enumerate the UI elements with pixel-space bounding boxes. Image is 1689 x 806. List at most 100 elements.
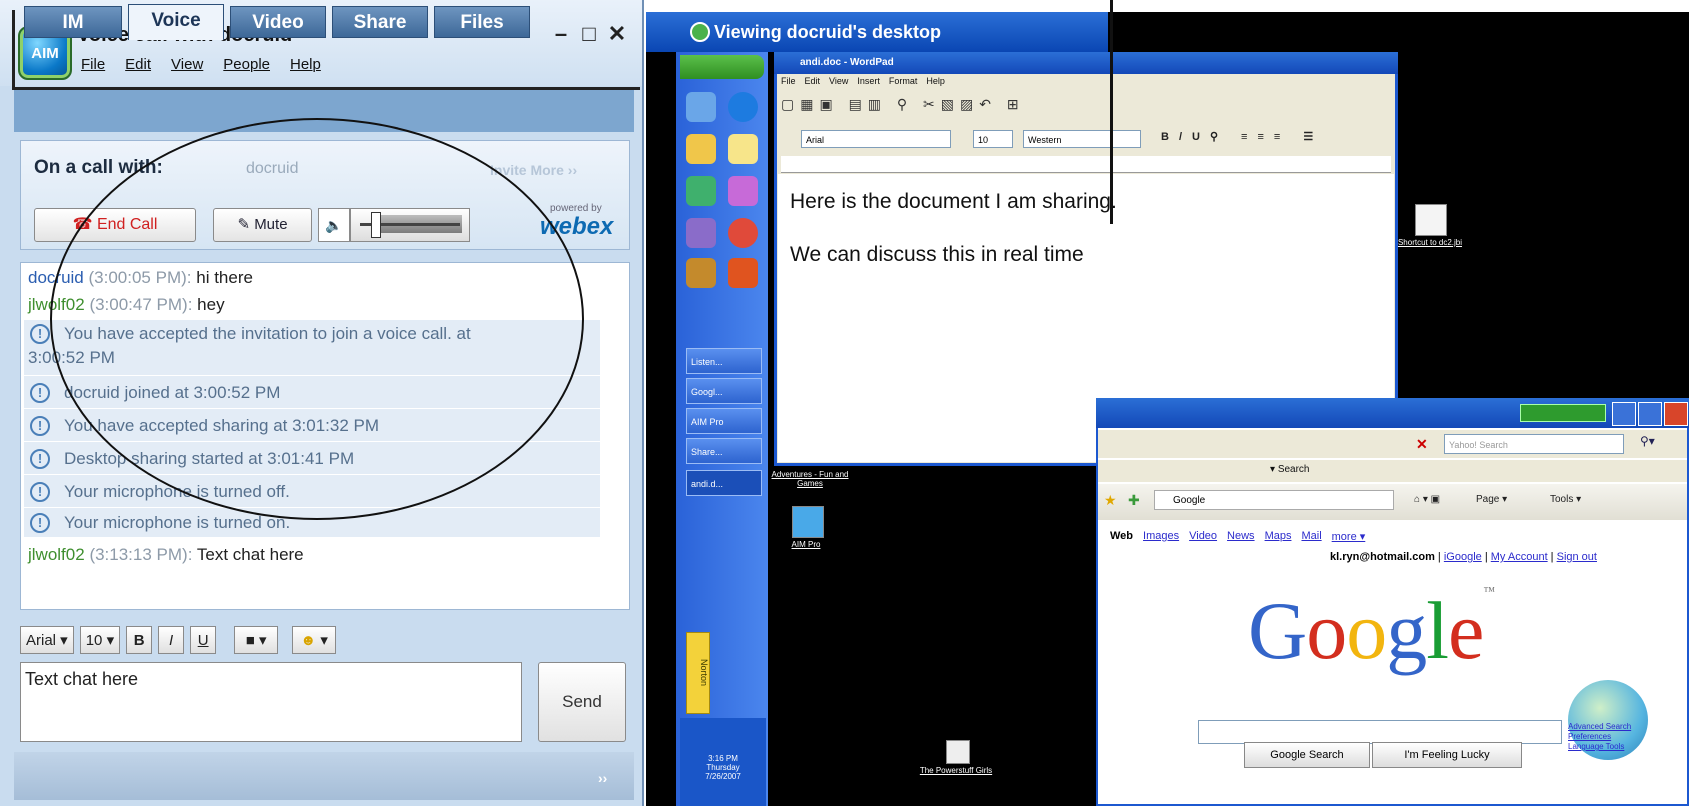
font-select[interactable]: Arial ▾ [20,626,74,654]
font-size-select[interactable]: 10 ▾ [79,626,121,654]
tab-im[interactable]: IM [24,6,122,38]
tools-menu[interactable]: Tools ▾ [1550,494,1581,505]
tray-icons[interactable] [680,718,766,754]
link-my-account[interactable]: My Account [1491,551,1548,563]
desktop-icon-label[interactable]: Shortcut to dc2.jbi [1390,238,1470,247]
google-nav-links: Web Images Video News Maps Mail more ▾ [1110,530,1365,543]
chat-message: jlwolf02 (3:13:13 PM): Text chat here [28,545,304,564]
wp-script-select[interactable]: Western [1023,130,1141,148]
game-quicklaunch-icon[interactable] [686,258,716,288]
wordpad-format-bar: Arial 10 Western B/U⚲ ≡≡≡ ☰ [801,130,1357,150]
wordpad-toolbar: ▢▦▣ ▤▥ ⚲ ✂▧▨↶ ⊞ [781,96,1025,112]
taskbar-item-aim-pro[interactable]: AIM Pro [686,408,762,434]
link-maps[interactable]: Maps [1265,530,1292,543]
shortcut-icon[interactable] [1415,204,1447,236]
logo-letter: e [1448,585,1484,676]
info-icon: ! [30,482,50,502]
link-more[interactable]: more ▾ [1332,530,1366,543]
home-icon[interactable]: ⌂ ▾ ▣ [1414,494,1440,505]
message-input[interactable]: Text chat here [20,662,522,742]
wp-menu-edit[interactable]: Edit [805,76,821,86]
more-arrows-icon[interactable]: ›› [598,770,607,786]
taskbar-item-andi-doc[interactable]: andi.d... [686,470,762,496]
browser-tab[interactable]: Google [1154,490,1394,510]
link-language-tools[interactable]: Language Tools [1568,742,1648,752]
wp-menu-file[interactable]: File [781,76,796,86]
ie-quicklaunch-icon[interactable] [728,92,758,122]
browser-search-input[interactable]: Yahoo! Search [1444,434,1624,454]
emoticon-button[interactable]: ☻ ▾ [292,626,337,654]
norton-badge[interactable]: Norton [686,632,710,714]
search-icon[interactable]: ⚲▾ [1640,434,1655,448]
desktop-icon-label[interactable]: The Powerstuff Girls [916,766,996,775]
desktop-icon-label[interactable]: Adventures - Fun and Games [770,470,850,488]
wp-style-buttons[interactable]: B/U⚲ ≡≡≡ ☰ [1161,130,1323,143]
ie-minimize-button[interactable] [1612,402,1636,426]
system-tray: 3:16 PM Thursday 7/26/2007 [680,718,766,806]
link-mail[interactable]: Mail [1301,530,1321,543]
link-igoogle[interactable]: iGoogle [1444,551,1482,563]
clock-day: Thursday [706,763,740,772]
wp-menu-format[interactable]: Format [889,76,918,86]
tab-share[interactable]: Share [332,6,428,38]
underline-button[interactable]: U [190,626,217,654]
wp-size-select[interactable]: 10 [973,130,1013,148]
send-button[interactable]: Send [538,662,626,742]
taskbar-item-google[interactable]: Googl... [686,378,762,404]
ie-close-button[interactable] [1664,402,1688,426]
favorites-star-icon[interactable]: ★ [1104,492,1117,509]
annotation-ellipse [50,118,584,520]
link-images[interactable]: Images [1143,530,1179,543]
taskbar-item-share[interactable]: Share... [686,438,762,464]
bold-button[interactable]: B [126,626,153,654]
aim-pro-desktop-icon[interactable] [792,506,824,538]
info-icon: ! [30,449,50,469]
firefox-quicklaunch-icon[interactable] [728,258,758,288]
google-search-input[interactable] [1198,720,1562,744]
feeling-lucky-button[interactable]: I'm Feeling Lucky [1372,742,1522,768]
status-footer [14,752,634,800]
wp-menu-insert[interactable]: Insert [857,76,880,86]
clock-date: 7/26/2007 [705,772,741,781]
desktop-quicklaunch-icon[interactable] [686,92,716,122]
tab-voice[interactable]: Voice [128,4,224,40]
help-quicklaunch-icon[interactable] [728,134,758,164]
chat-quicklaunch-icon[interactable] [728,176,758,206]
wp-font-select[interactable]: Arial [801,130,951,148]
link-video[interactable]: Video [1189,530,1217,543]
powerpuff-icon[interactable] [946,740,970,764]
text-color-button[interactable]: ■ ▾ [234,626,279,654]
link-sign-out[interactable]: Sign out [1557,551,1597,563]
app-quicklaunch-icon[interactable] [686,176,716,206]
wordpad-title[interactable]: andi.doc - WordPad [774,52,1398,74]
wp-menu-view[interactable]: View [829,76,848,86]
account-email: kl.ryn@hotmail.com [1330,551,1435,563]
calendar-quicklaunch-icon[interactable] [686,218,716,248]
viewer-icon [690,22,710,42]
logo-letter: G [1248,585,1307,676]
wordpad-ruler[interactable] [781,156,1391,173]
taskbar-item-listen[interactable]: Listen... [686,348,762,374]
start-button[interactable] [680,55,764,79]
google-search-button[interactable]: Google Search [1244,742,1370,768]
wp-menu-help[interactable]: Help [926,76,945,86]
tab-files[interactable]: Files [434,6,530,38]
ie-maximize-button[interactable] [1638,402,1662,426]
desktop-icon-label[interactable]: AIM Pro [766,540,846,549]
add-favorites-icon[interactable]: ✚ [1128,492,1140,509]
link-preferences[interactable]: Preferences [1568,732,1648,742]
link-web[interactable]: Web [1110,530,1133,543]
page-menu[interactable]: Page ▾ [1476,494,1507,505]
link-advanced-search[interactable]: Advanced Search [1568,722,1648,732]
advanced-links: Advanced Search Preferences Language Too… [1568,722,1648,752]
tab-video[interactable]: Video [230,6,326,38]
stop-icon[interactable]: ✕ [1416,436,1436,454]
italic-button[interactable]: I [158,626,185,654]
search-button[interactable]: ▾ Search [1270,464,1310,475]
account-bar: kl.ryn@hotmail.com | iGoogle | My Accoun… [1330,551,1597,563]
folder-quicklaunch-icon[interactable] [686,134,716,164]
media-quicklaunch-icon[interactable] [728,218,758,248]
logo-letter: o [1306,585,1347,676]
link-news[interactable]: News [1227,530,1255,543]
format-toolbar: Arial ▾ 10 ▾ B I U ■ ▾ ☻ ▾ [20,626,337,656]
